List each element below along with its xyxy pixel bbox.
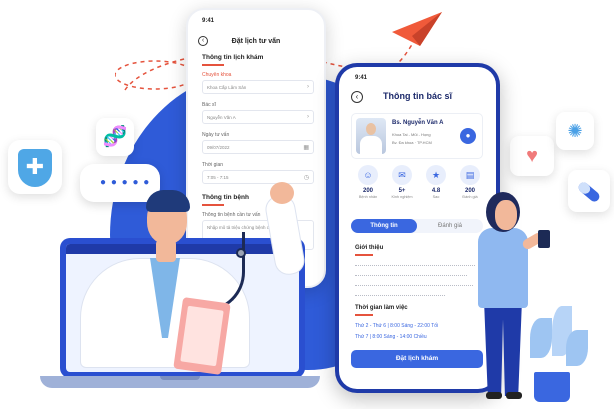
doctor-hospital: Bv. Đa khoa · TP.HCM [392,140,432,145]
plant-pot [534,372,570,402]
virus-icon: ✺ [556,112,594,150]
doctor-select[interactable]: Nguyễn Văn A › [202,110,314,124]
specialty-value: Khoa Cấp Lâm Sản [207,85,247,90]
schedule-title: Thời gian làm việc [355,305,408,311]
browser-bar [66,244,299,254]
stat-value: 5+ [398,188,406,194]
section-underline [202,204,224,206]
page-title: Đặt lịch tư vấn [231,38,281,45]
section-underline [202,64,224,66]
doctor-hair [146,190,190,212]
users-icon: ☺ [358,165,378,185]
chevron-right-icon: › [307,84,309,90]
heart-pulse-icon: ♥ [510,136,554,176]
doctor-value: Nguyễn Văn A [207,115,236,120]
doctor-specialty: Khoa Tai - Mũi - Họng [392,132,431,137]
pill-icon [568,170,610,212]
doctor-card[interactable]: Bs. Nguyễn Văn A Khoa Tai - Mũi - Họng B… [351,113,483,159]
stat-experience: ✉ 5+ Kinh nghiệm [389,165,415,199]
section-underline [355,314,373,316]
tab-bar: Thông tin Đánh giá [351,219,483,233]
woman-shoe [486,392,502,399]
shield-plus-icon: ✚ [8,140,62,194]
stat-value: 200 [362,188,373,194]
book-appointment-button[interactable]: Đặt lịch khám [351,350,483,368]
status-time: 9:41 [355,75,368,81]
specialty-select[interactable]: Khoa Cấp Lâm Sản › [202,80,314,94]
stat-value: 200 [464,188,475,194]
stethoscope-bell [236,248,246,258]
chat-bubble: ● ● ● ● ● [80,164,160,202]
schedule-line: Thứ 7 | 8:00 Sáng - 14:00 Chiều [355,334,427,340]
tab-reviews[interactable]: Đánh giá [417,219,483,233]
intro-text-line [355,275,467,277]
stat-label: Kinh nghiệm [391,195,413,199]
time-label: Thời gian [202,162,224,168]
stat-label: Sao [432,195,440,199]
stat-label: Đánh giá [462,195,478,199]
schedule-line: Thứ 2 - Thứ 6 | 8:00 Sáng - 22:00 Tối [355,323,439,329]
plant-leaf [566,330,588,366]
date-value: 09/07/2022 [207,145,230,150]
woman-shoe [506,392,522,399]
paper-plane-icon [392,12,442,46]
plant-leaf [530,318,552,358]
chevron-right-icon: › [307,114,309,120]
specialty-label: Chuyên khoa [202,72,232,78]
stat-reviews: ▤ 200 Đánh giá [457,165,483,199]
page-title: Thông tin bác sĩ [383,91,452,101]
section-title: Thông tin lịch khám [202,54,264,61]
stat-rating: ★ 4.8 Sao [423,165,449,199]
date-field[interactable]: 09/07/2022 ▦ [202,140,314,154]
woman-top [478,228,528,308]
intro-title: Giới thiệu [355,245,384,251]
laptop-base [40,376,320,388]
stat-value: 4.8 [431,188,441,194]
stat-patients: ☺ 200 Bệnh nhân [355,165,381,199]
symptom-label: Thông tin bệnh cần tư vấn [202,212,261,218]
doctor-avatar [356,118,386,154]
time-field[interactable]: 7:05 - 7:15 ◷ [202,170,314,184]
review-icon: ▤ [460,165,480,185]
section-underline [355,254,373,256]
star-icon: ★ [426,165,446,185]
chat-icon[interactable]: ● [460,128,476,144]
section-title: Thông tin bệnh [202,194,249,201]
intro-text-line [355,285,473,287]
intro-text-line [355,265,475,267]
calendar-icon: ▦ [303,145,309,151]
doctor-name: Bs. Nguyễn Văn A [392,120,444,126]
woman-pants [484,300,522,396]
doctor-hand [270,182,294,204]
doctor-label: Bác sĩ [202,102,216,108]
date-label: Ngày tư vấn [202,132,230,138]
typing-dots: ● ● ● ● ● [100,177,151,188]
tab-info[interactable]: Thông tin [351,219,417,233]
woman-phone [538,230,550,248]
status-time: 9:41 [202,18,215,24]
stat-label: Bệnh nhân [358,195,378,199]
clock-icon: ◷ [303,175,309,181]
woman-face [495,200,517,230]
time-value: 7:05 - 7:15 [207,175,229,180]
chat-icon: ✉ [392,165,412,185]
doctor-phone: 9:41 ‹ Thông tin bác sĩ Bs. Nguyễn Văn A… [335,63,500,393]
dna-icon: 🧬 [96,118,134,156]
clipboard [173,297,231,375]
intro-text-line [355,295,445,297]
